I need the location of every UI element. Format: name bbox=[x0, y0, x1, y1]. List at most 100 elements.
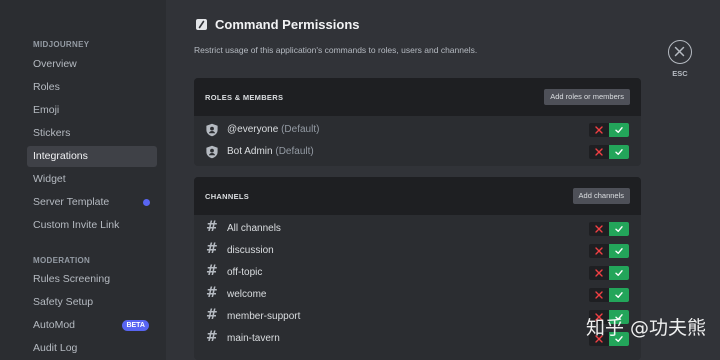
sidebar-item-emoji[interactable]: Emoji bbox=[27, 100, 157, 121]
channel-name: All channels bbox=[227, 223, 281, 234]
allow-button[interactable] bbox=[609, 244, 629, 258]
panel-header: ROLES & MEMBERS Add roles or members bbox=[194, 78, 641, 116]
allow-button[interactable] bbox=[609, 123, 629, 137]
role-row: Bot Admin (Default) bbox=[194, 141, 641, 163]
sidebar-item-label: Custom Invite Link bbox=[33, 219, 120, 231]
notification-dot bbox=[143, 199, 150, 206]
sidebar-item-label: Rules Screening bbox=[33, 273, 111, 285]
allow-button[interactable] bbox=[609, 222, 629, 236]
channel-name: member-support bbox=[227, 311, 301, 322]
channel-row: # welcome bbox=[194, 284, 641, 306]
sidebar-item-label: Safety Setup bbox=[33, 296, 94, 308]
add-channels-button[interactable]: Add channels bbox=[572, 188, 630, 204]
panel-header: CHANNELS Add channels bbox=[194, 177, 641, 215]
channel-name: welcome bbox=[227, 289, 267, 300]
sidebar-item-label: Widget bbox=[33, 173, 66, 185]
settings-sidebar: MIDJOURNEY Overview Roles Emoji Stickers… bbox=[0, 0, 166, 360]
check-icon bbox=[615, 127, 623, 133]
hashtag-icon: # bbox=[206, 307, 218, 323]
sidebar-item-safety-setup[interactable]: Safety Setup bbox=[27, 292, 157, 313]
sidebar-item-label: Emoji bbox=[33, 104, 60, 116]
check-icon bbox=[615, 270, 623, 276]
channels-panel: CHANNELS Add channels # All channels # d… bbox=[194, 177, 641, 360]
default-label: (Default) bbox=[275, 146, 314, 157]
channel-row: # main-tavern bbox=[194, 328, 641, 350]
x-icon bbox=[595, 269, 603, 277]
sidebar-item-label: Audit Log bbox=[33, 342, 78, 354]
sidebar-item-server-template[interactable]: Server Template bbox=[27, 192, 157, 213]
sidebar-item-label: Server Template bbox=[33, 196, 110, 208]
deny-button[interactable] bbox=[589, 266, 609, 280]
main-content: Command Permissions Restrict usage of th… bbox=[166, 0, 720, 360]
x-icon bbox=[595, 148, 603, 156]
role-shield-icon bbox=[206, 145, 218, 159]
sidebar-item-label: Overview bbox=[33, 58, 77, 70]
default-label: (Default) bbox=[281, 124, 320, 135]
x-icon bbox=[595, 291, 603, 299]
sidebar-item-custom-invite-link[interactable]: Custom Invite Link bbox=[27, 215, 157, 236]
x-icon bbox=[595, 247, 603, 255]
sidebar-item-overview[interactable]: Overview bbox=[27, 54, 157, 75]
role-shield-icon bbox=[206, 123, 218, 137]
sidebar-item-rules-screening[interactable]: Rules Screening bbox=[27, 269, 157, 290]
sidebar-item-widget[interactable]: Widget bbox=[27, 169, 157, 190]
close-button[interactable] bbox=[668, 40, 692, 64]
beta-badge: BETA bbox=[122, 320, 149, 331]
watermark: 知乎 @功夫熊 bbox=[585, 317, 706, 339]
permission-toggle[interactable] bbox=[589, 123, 629, 137]
allow-button[interactable] bbox=[609, 145, 629, 159]
deny-button[interactable] bbox=[589, 145, 609, 159]
channel-row: # off-topic bbox=[194, 262, 641, 284]
sidebar-item-integrations[interactable]: Integrations bbox=[27, 146, 157, 167]
check-icon bbox=[615, 226, 623, 232]
allow-button[interactable] bbox=[609, 288, 629, 302]
sidebar-item-automod[interactable]: AutoMod BETA bbox=[27, 315, 157, 336]
deny-button[interactable] bbox=[589, 222, 609, 236]
role-name: @everyone (Default) bbox=[227, 124, 320, 135]
check-icon bbox=[615, 292, 623, 298]
x-icon bbox=[595, 126, 603, 134]
sidebar-item-roles[interactable]: Roles bbox=[27, 77, 157, 98]
add-roles-or-members-button[interactable]: Add roles or members bbox=[544, 89, 630, 105]
sidebar-item-label: Integrations bbox=[33, 150, 88, 162]
channel-row: # discussion bbox=[194, 240, 641, 262]
role-row: @everyone (Default) bbox=[194, 119, 641, 141]
permission-toggle[interactable] bbox=[589, 222, 629, 236]
x-icon bbox=[595, 225, 603, 233]
close-icon bbox=[674, 46, 685, 57]
permission-toggle[interactable] bbox=[589, 266, 629, 280]
permission-toggle[interactable] bbox=[589, 288, 629, 302]
role-name: Bot Admin (Default) bbox=[227, 146, 314, 157]
sidebar-item-label: AutoMod bbox=[33, 319, 76, 331]
deny-button[interactable] bbox=[589, 288, 609, 302]
panel-title: CHANNELS bbox=[205, 192, 250, 201]
channel-name: main-tavern bbox=[227, 333, 280, 344]
hashtag-icon: # bbox=[206, 285, 218, 301]
deny-button[interactable] bbox=[589, 123, 609, 137]
check-icon bbox=[615, 248, 623, 254]
hashtag-icon: # bbox=[206, 263, 218, 279]
slash-command-icon bbox=[196, 19, 207, 30]
roles-members-panel: ROLES & MEMBERS Add roles or members @ev… bbox=[194, 78, 641, 166]
hashtag-icon: # bbox=[206, 219, 218, 235]
deny-button[interactable] bbox=[589, 244, 609, 258]
sidebar-item-label: Roles bbox=[33, 81, 60, 93]
channel-name: discussion bbox=[227, 245, 274, 256]
sidebar-header-midjourney: MIDJOURNEY bbox=[33, 40, 90, 49]
check-icon bbox=[615, 149, 623, 155]
sidebar-header-moderation: MODERATION bbox=[33, 256, 91, 265]
sidebar-item-stickers[interactable]: Stickers bbox=[27, 123, 157, 144]
permission-toggle[interactable] bbox=[589, 145, 629, 159]
panel-title: ROLES & MEMBERS bbox=[205, 93, 284, 102]
allow-button[interactable] bbox=[609, 266, 629, 280]
channel-row: # All channels bbox=[194, 218, 641, 240]
hashtag-icon: # bbox=[206, 241, 218, 257]
permission-toggle[interactable] bbox=[589, 244, 629, 258]
sidebar-item-label: Stickers bbox=[33, 127, 71, 139]
page-subtitle: Restrict usage of this application's com… bbox=[194, 45, 478, 55]
sidebar-item-audit-log[interactable]: Audit Log bbox=[27, 338, 157, 359]
page-title: Command Permissions bbox=[215, 17, 360, 32]
esc-label: ESC bbox=[672, 69, 688, 78]
channel-name: off-topic bbox=[227, 267, 263, 278]
hashtag-icon: # bbox=[206, 329, 218, 345]
